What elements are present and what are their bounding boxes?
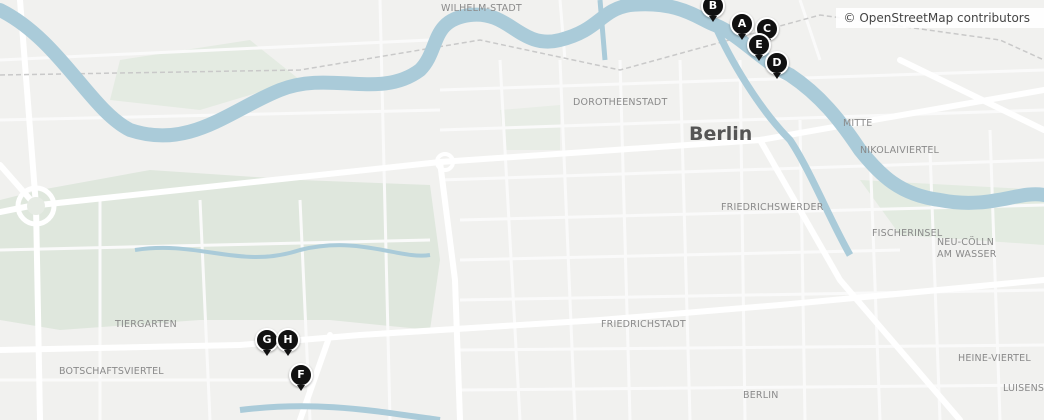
marker-pointer xyxy=(773,73,781,79)
district-label-dorotheenstadt: DOROTHEENSTADT xyxy=(573,97,668,108)
map-canvas[interactable]: WILHELM-STADT DOROTHEENSTADT Berlin MITT… xyxy=(0,0,1044,420)
map-marker-b[interactable]: B xyxy=(701,0,725,24)
district-label-nikolaiviertel: NIKOLAIVIERTEL xyxy=(860,145,940,156)
marker-pointer xyxy=(738,34,746,40)
city-label-berlin: Berlin xyxy=(689,123,753,145)
district-label-botschaftsviertel: BOTSCHAFTSVIERTEL xyxy=(59,366,164,377)
map-marker-f[interactable]: F xyxy=(289,363,313,393)
district-label-mitte: MITTE xyxy=(843,118,873,129)
map-marker-e[interactable]: E xyxy=(747,33,771,63)
map-marker-h[interactable]: H xyxy=(276,328,300,358)
marker-pointer xyxy=(709,16,717,22)
district-label-friedrichswerder: FRIEDRICHSWERDER xyxy=(721,202,824,213)
district-label-fischerinsel: FISCHERINSEL xyxy=(872,228,943,239)
district-label-tiergarten: TIERGARTEN xyxy=(115,319,177,330)
marker-pointer xyxy=(297,385,305,391)
district-label-friedrichstadt: FRIEDRICHSTADT xyxy=(601,319,686,330)
district-label-neu-colln-line1: NEU-CÖLLN xyxy=(937,237,995,248)
marker-pin: F xyxy=(289,363,313,387)
marker-pin: E xyxy=(747,33,771,57)
map-attribution[interactable]: © OpenStreetMap contributors xyxy=(835,8,1044,28)
district-label-neu-colln-line2: AM WASSER xyxy=(937,249,997,260)
marker-pointer xyxy=(284,350,292,356)
district-label-heine-viertel: HEINE-VIERTEL xyxy=(958,353,1031,364)
basemap xyxy=(0,0,1044,420)
marker-pointer xyxy=(755,55,763,61)
district-label-berlin: BERLIN xyxy=(743,390,779,401)
district-label-wilhelm-stadt: WILHELM-STADT xyxy=(441,3,522,14)
marker-pointer xyxy=(263,350,271,356)
district-label-luisenstadt: LUISENST xyxy=(1003,383,1044,394)
marker-pin: H xyxy=(276,328,300,352)
